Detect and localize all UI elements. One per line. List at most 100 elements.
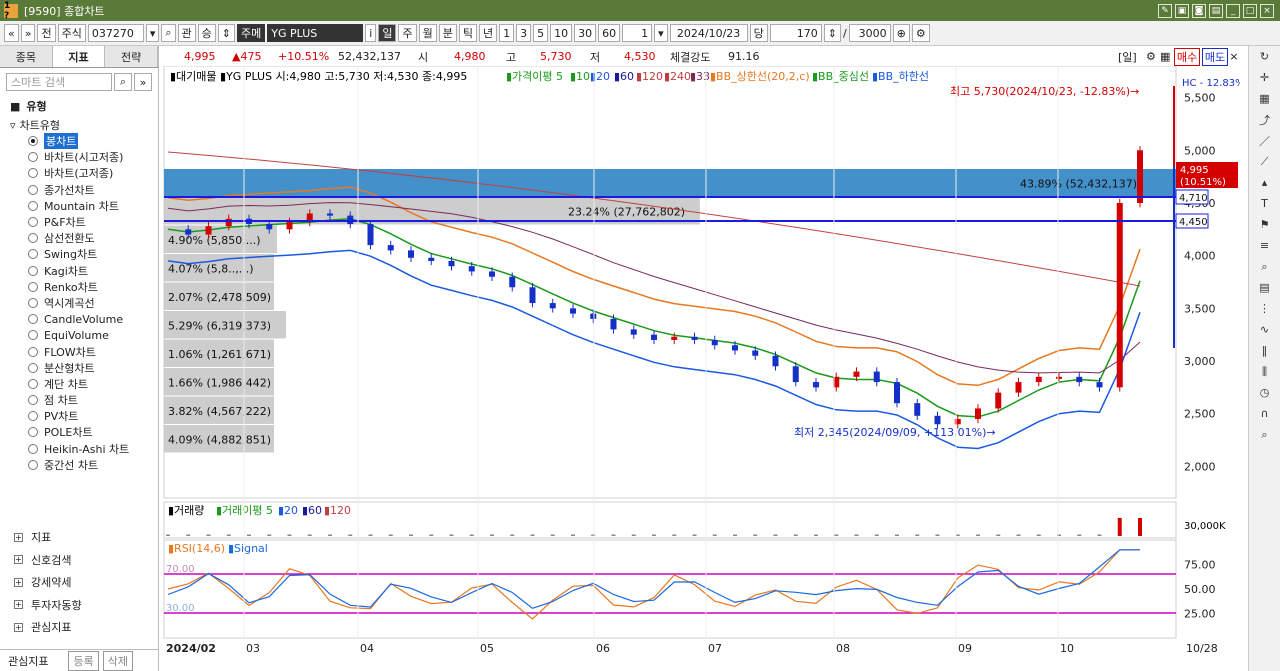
refresh-icon[interactable]: ↻	[1249, 46, 1280, 67]
maximize-icon[interactable]: □	[1243, 3, 1257, 18]
count-30-button[interactable]: 30	[574, 24, 597, 42]
period-month-button[interactable]: 월	[418, 24, 437, 42]
total-count-input[interactable]: 3000	[848, 24, 891, 42]
radio-icon[interactable]	[28, 346, 38, 357]
settings-icon[interactable]: ⚙	[1146, 50, 1160, 63]
chart-type-item[interactable]: 종가선차트	[10, 182, 158, 198]
period-week-button[interactable]: 주	[398, 24, 417, 42]
history-icon[interactable]: ◷	[1249, 382, 1280, 403]
radio-icon[interactable]	[28, 249, 38, 260]
date-input[interactable]: 2024/10/23	[669, 24, 748, 42]
radio-icon[interactable]	[28, 362, 38, 373]
wave-icon[interactable]: ∿	[1249, 319, 1280, 340]
pin-icon[interactable]: ✎	[1158, 3, 1172, 18]
count-3-button[interactable]: 3	[516, 24, 532, 42]
chart-type-item[interactable]: 바차트(시고저종)	[10, 149, 158, 165]
radio-icon[interactable]	[28, 378, 38, 389]
expand-icon[interactable]: »	[134, 73, 152, 91]
tab-strategy[interactable]: 전략	[105, 46, 159, 67]
layout-icon[interactable]: ▦	[1160, 50, 1174, 63]
radio-icon[interactable]	[28, 314, 38, 325]
interval-dropdown-icon[interactable]: ▾	[654, 24, 668, 42]
chart-type-item[interactable]: 중간선 차트	[10, 457, 158, 473]
period-day-button[interactable]: 일	[378, 24, 397, 42]
camera-icon[interactable]: ◙	[1192, 3, 1206, 18]
auto-icon[interactable]: ▴	[1249, 172, 1280, 193]
line-tool-icon[interactable]: ／	[1249, 130, 1280, 151]
seung-button[interactable]: 승	[197, 24, 216, 42]
register-button[interactable]: 등록	[68, 650, 99, 671]
chart-type-item[interactable]: Mountain 차트	[10, 198, 158, 214]
tab-indicators[interactable]: 지표	[52, 46, 106, 67]
radio-icon[interactable]	[28, 168, 38, 179]
chart-type-item[interactable]: P&F차트	[10, 214, 158, 230]
chart-type-item[interactable]: Kagi차트	[10, 263, 158, 279]
group-strength[interactable]: + 강세약세	[0, 571, 158, 594]
smart-search-input[interactable]: 스마트 검색	[6, 73, 112, 91]
radio-icon[interactable]	[28, 136, 38, 147]
chart-icon[interactable]: ▦	[1249, 88, 1280, 109]
minimize-icon[interactable]: _	[1226, 3, 1240, 18]
chart-type-item[interactable]: POLE차트	[10, 424, 158, 440]
zoom-icon[interactable]: ⌕	[1249, 256, 1280, 277]
text-tool-icon[interactable]: T	[1249, 193, 1280, 214]
interval-select[interactable]: 1	[622, 24, 653, 42]
chart-type-item[interactable]: 분산형차트	[10, 360, 158, 376]
marker-icon[interactable]: ⚑	[1249, 214, 1280, 235]
info-button[interactable]: i	[365, 24, 377, 42]
chart-type-item[interactable]: 삼선전환도	[10, 230, 158, 246]
period-minute-button[interactable]: 분	[438, 24, 457, 42]
radio-icon[interactable]	[28, 200, 38, 211]
save-icon[interactable]: ▣	[1175, 3, 1189, 18]
ray-tool-icon[interactable]: ⟋	[1249, 151, 1280, 172]
chart-type-item[interactable]: 봉차트	[10, 133, 158, 150]
radio-icon[interactable]	[28, 459, 38, 470]
stock-code-input[interactable]: 037270	[87, 24, 144, 42]
chart-type-item[interactable]: 계단 차트	[10, 376, 158, 392]
magnet-icon[interactable]: ∩	[1249, 403, 1280, 424]
nav-next-button[interactable]: »	[20, 24, 36, 42]
settings-icon[interactable]: ⚙	[911, 24, 930, 42]
group-indicators[interactable]: + 지표	[0, 526, 158, 549]
period-year-button[interactable]: 년	[478, 24, 498, 42]
chart-type-item[interactable]: EquiVolume	[10, 327, 158, 343]
group-investor-trend[interactable]: + 투자자동향	[0, 594, 158, 617]
jeon-button[interactable]: 전	[37, 24, 56, 42]
radio-icon[interactable]	[28, 152, 38, 163]
view-count-spinner-icon[interactable]: ⇕	[823, 24, 841, 42]
radio-icon[interactable]	[28, 427, 38, 438]
radio-icon[interactable]	[28, 443, 38, 454]
tab-stocks[interactable]: 종목	[0, 46, 53, 67]
period-tick-button[interactable]: 틱	[458, 24, 477, 42]
radio-icon[interactable]	[28, 217, 38, 228]
group-signal-search[interactable]: + 신호검색	[0, 549, 158, 572]
count-10-button[interactable]: 10	[550, 24, 573, 42]
pattern-icon[interactable]: ⋮	[1249, 298, 1280, 319]
fib-icon[interactable]: ≡	[1249, 235, 1280, 256]
nav-prev-button[interactable]: «	[4, 24, 19, 42]
chart-type-item[interactable]: PV차트	[10, 408, 158, 424]
tree-expand-icon[interactable]: ▿	[10, 119, 16, 132]
radio-icon[interactable]	[28, 184, 38, 195]
count-1-button[interactable]: 1	[499, 24, 515, 42]
chart-type-item[interactable]: 바차트(고저종)	[10, 165, 158, 181]
stock-type-button[interactable]: 주식	[57, 24, 86, 42]
radio-icon[interactable]	[28, 265, 38, 276]
gwan-button[interactable]: 관	[177, 24, 196, 42]
view-count-input[interactable]: 170	[769, 24, 822, 42]
buy-button[interactable]: 매수	[1174, 47, 1200, 66]
group-favorites[interactable]: + 관심지표	[0, 616, 158, 639]
search-icon[interactable]: ⌕	[114, 73, 132, 91]
radio-icon[interactable]	[28, 281, 38, 292]
day-button[interactable]: [일]	[1118, 49, 1146, 65]
radio-icon[interactable]	[28, 411, 38, 422]
radio-icon[interactable]	[28, 233, 38, 244]
radio-icon[interactable]	[28, 395, 38, 406]
stock-chart[interactable]: 43.89% (52,432,137) 23.24% (27,762,802) 4.…	[160, 66, 1240, 671]
chart-type-item[interactable]: FLOW차트	[10, 343, 158, 359]
close-icon[interactable]: ×	[1228, 50, 1240, 63]
columns-icon[interactable]: ⫼	[1249, 361, 1280, 382]
chart-type-item[interactable]: CandleVolume	[10, 311, 158, 327]
chart-type-item[interactable]: 점 차트	[10, 392, 158, 408]
search-icon[interactable]: ⌕	[1249, 424, 1280, 445]
